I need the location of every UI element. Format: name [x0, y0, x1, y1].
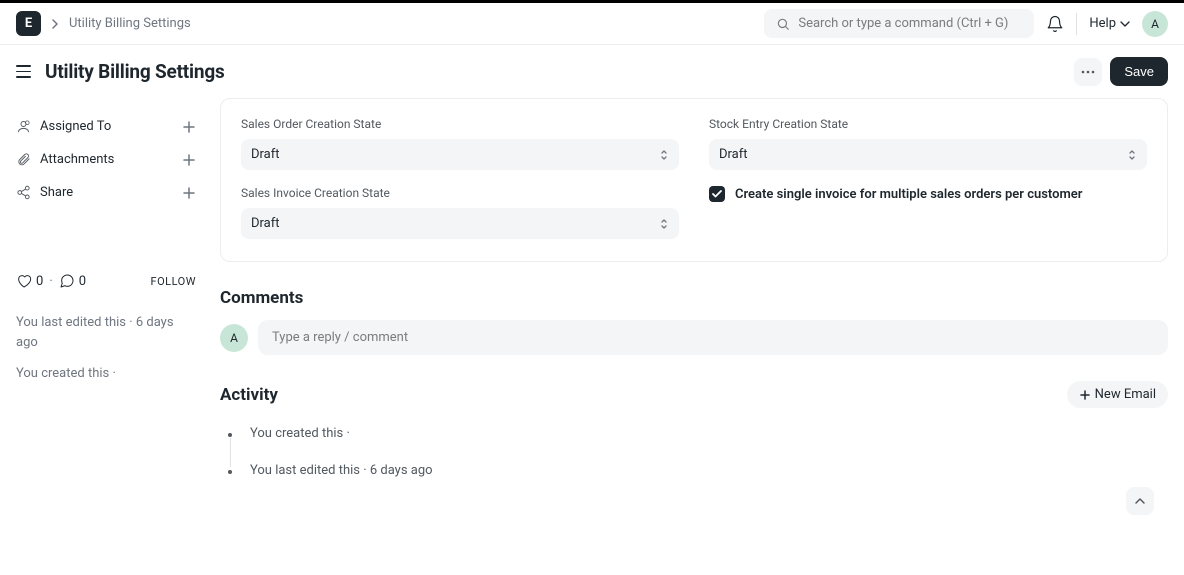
user-icon: [16, 119, 31, 134]
comment-icon: [59, 273, 75, 289]
stock-entry-state-label: Stock Entry Creation State: [709, 117, 1147, 131]
comments-count[interactable]: 0: [59, 273, 86, 289]
sidebar-share-label: Share: [40, 185, 73, 200]
stock-entry-state-value: Draft: [719, 147, 748, 162]
sidebar-meta-created: You created this ·: [16, 364, 196, 384]
heart-icon: [16, 273, 32, 289]
comments-value: 0: [79, 274, 86, 289]
add-assigned-button[interactable]: [182, 120, 196, 134]
sales-order-state-label: Sales Order Creation State: [241, 117, 679, 131]
sidebar-assigned-label: Assigned To: [40, 119, 111, 134]
sales-order-state-select[interactable]: Draft: [241, 139, 679, 170]
comment-avatar: A: [220, 324, 248, 352]
save-button[interactable]: Save: [1110, 57, 1168, 86]
chevron-right-icon: [51, 18, 59, 30]
single-invoice-label: Create single invoice for multiple sales…: [735, 187, 1082, 202]
select-caret-icon: [659, 148, 669, 162]
search-icon: [776, 17, 790, 31]
checkbox-checked-icon: [709, 186, 725, 202]
select-caret-icon: [1127, 148, 1137, 162]
sales-order-state-value: Draft: [251, 147, 280, 162]
select-caret-icon: [659, 217, 669, 231]
new-email-label: New Email: [1095, 387, 1156, 402]
likes-count[interactable]: 0: [16, 273, 43, 289]
sales-invoice-state-label: Sales Invoice Creation State: [241, 186, 679, 200]
comment-input[interactable]: Type a reply / comment: [258, 320, 1168, 355]
chevron-up-icon: [1134, 497, 1146, 505]
activity-heading: Activity: [220, 385, 278, 405]
sidebar-attachments-label: Attachments: [40, 152, 114, 167]
avatar[interactable]: A: [1142, 11, 1168, 37]
chevron-down-icon: [1120, 21, 1130, 27]
activity-text: You last edited this · 6 days ago: [250, 463, 433, 478]
share-icon: [16, 185, 31, 200]
search-input[interactable]: Search or type a command (Ctrl + G): [764, 9, 1034, 38]
plus-icon: [1079, 389, 1091, 401]
scroll-top-button[interactable]: [1126, 487, 1154, 515]
new-email-button[interactable]: New Email: [1067, 381, 1168, 408]
sidebar-meta-edited: You last edited this · 6 days ago: [16, 313, 196, 352]
activity-item: You created this ·: [228, 426, 1168, 463]
sidebar-share[interactable]: Share: [16, 176, 196, 209]
help-label: Help: [1089, 16, 1116, 31]
stock-entry-state-select[interactable]: Draft: [709, 139, 1147, 170]
search-placeholder: Search or type a command (Ctrl + G): [798, 16, 1008, 31]
activity-item: You last edited this · 6 days ago: [228, 463, 1168, 478]
form-card: Sales Order Creation State Draft Sales I…: [220, 98, 1168, 262]
comments-heading: Comments: [220, 288, 1168, 308]
single-invoice-checkbox[interactable]: Create single invoice for multiple sales…: [709, 186, 1147, 202]
sales-invoice-state-value: Draft: [251, 216, 280, 231]
more-button[interactable]: [1074, 58, 1102, 86]
breadcrumb[interactable]: Utility Billing Settings: [69, 16, 191, 31]
likes-value: 0: [36, 274, 43, 289]
activity-text: You created this ·: [250, 426, 350, 441]
sidebar-assigned-to[interactable]: Assigned To: [16, 110, 196, 143]
menu-icon[interactable]: [16, 65, 31, 78]
sidebar-attachments[interactable]: Attachments: [16, 143, 196, 176]
notification-icon[interactable]: [1046, 15, 1064, 33]
paperclip-icon: [16, 152, 31, 167]
app-logo[interactable]: E: [16, 11, 41, 36]
sales-invoice-state-select[interactable]: Draft: [241, 208, 679, 239]
add-share-button[interactable]: [182, 186, 196, 200]
stat-separator: ·: [49, 274, 52, 289]
page-title: Utility Billing Settings: [45, 60, 225, 83]
add-attachment-button[interactable]: [182, 153, 196, 167]
follow-button[interactable]: FOLLOW: [151, 275, 196, 288]
help-button[interactable]: Help: [1089, 16, 1130, 31]
